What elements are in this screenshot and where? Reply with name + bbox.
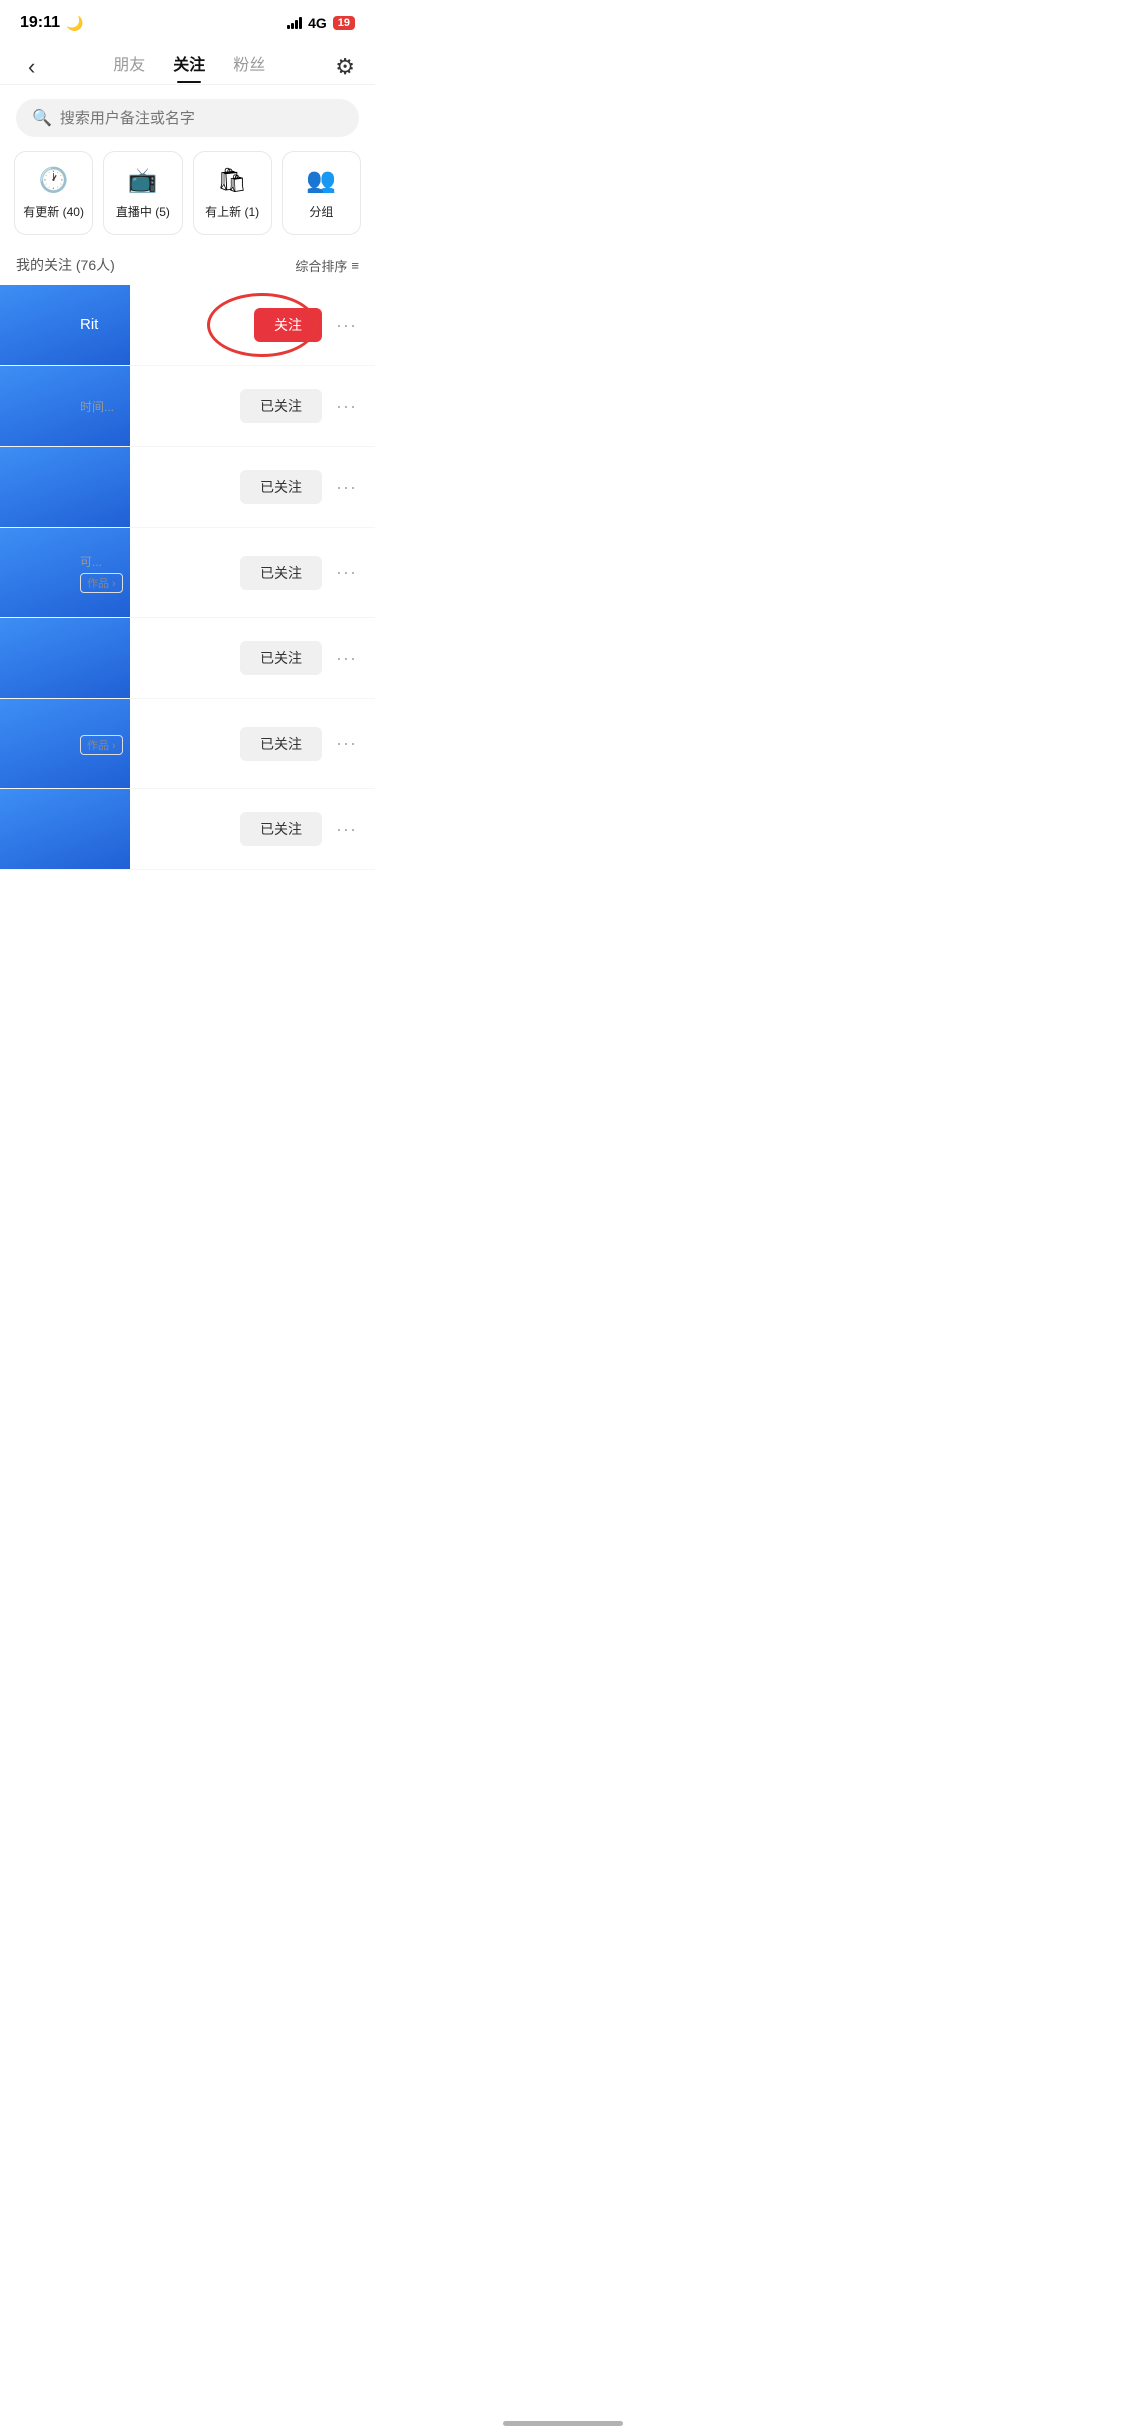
follow-button-6[interactable]: 已关注	[240, 727, 322, 761]
moon-icon: 🌙	[66, 15, 83, 32]
section-header: 我的关注 (76人) 综合排序 ≡	[0, 249, 375, 285]
sort-button[interactable]: 综合排序 ≡	[295, 256, 359, 275]
follow-button-3[interactable]: 已关注	[240, 470, 322, 504]
status-time: 19:11	[20, 14, 60, 32]
user-list: Rit 关注 ··· 时间... 已关注 ···	[0, 285, 375, 870]
category-group[interactable]: 👥 分组	[282, 151, 361, 235]
works-tag-4[interactable]: 作品 ›	[80, 573, 123, 593]
user-item-6: 作品 › 已关注 ···	[0, 699, 375, 789]
search-icon: 🔍	[32, 108, 52, 128]
nav-tabs: 朋友 关注 粉丝	[113, 51, 265, 83]
updates-icon: 🕐	[39, 166, 69, 195]
tab-friends[interactable]: 朋友	[113, 51, 145, 83]
live-label: 直播中 (5)	[116, 203, 170, 220]
sort-label-text: 综合排序	[295, 256, 347, 275]
user-item-2: 时间... 已关注 ···	[0, 366, 375, 447]
tab-following[interactable]: 关注	[173, 51, 205, 83]
section-title: 我的关注 (76人)	[16, 255, 115, 275]
follow-button-2[interactable]: 已关注	[240, 389, 322, 423]
live-icon: 📺	[128, 166, 158, 195]
follow-button-7[interactable]: 已关注	[240, 812, 322, 846]
user-desc-4: 可...	[80, 553, 240, 570]
settings-button[interactable]: ⚙	[335, 54, 355, 80]
user-item-4: 可... 作品 › 已关注 ···	[0, 528, 375, 618]
user-item-3: 已关注 ···	[0, 447, 375, 528]
user-info-1: Rit	[80, 316, 254, 335]
group-label: 分组	[309, 203, 333, 220]
more-button-7[interactable]: ···	[334, 819, 359, 840]
tab-fans[interactable]: 粉丝	[233, 51, 265, 83]
back-button[interactable]: ‹	[20, 50, 43, 84]
user-info-2: 时间...	[80, 398, 240, 415]
follow-button-5[interactable]: 已关注	[240, 641, 322, 675]
follow-button-4[interactable]: 已关注	[240, 556, 322, 590]
updates-label: 有更新 (40)	[23, 203, 84, 220]
more-button-5[interactable]: ···	[334, 648, 359, 669]
new-items-label: 有上新 (1)	[205, 203, 259, 220]
nav-bar: ‹ 朋友 关注 粉丝 ⚙	[0, 40, 375, 84]
category-grid: 🕐 有更新 (40) 📺 直播中 (5) 🛍 有上新 (1) 👥 分组	[0, 151, 375, 249]
more-button-3[interactable]: ···	[334, 477, 359, 498]
user-item-7: 已关注 ···	[0, 789, 375, 870]
user-actions-4: 已关注 ···	[240, 556, 359, 590]
user-actions-6: 已关注 ···	[240, 727, 359, 761]
user-actions-2: 已关注 ···	[240, 389, 359, 423]
search-bar: 🔍	[16, 99, 359, 137]
more-button-2[interactable]: ···	[334, 396, 359, 417]
category-new-items[interactable]: 🛍 有上新 (1)	[193, 151, 272, 235]
home-bar	[503, 2421, 623, 2426]
sort-icon: ≡	[351, 258, 359, 273]
user-actions-7: 已关注 ···	[240, 812, 359, 846]
follow-button-1[interactable]: 关注	[254, 308, 322, 342]
nav-divider	[0, 84, 375, 85]
category-updates[interactable]: 🕐 有更新 (40)	[14, 151, 93, 235]
signal-bars	[287, 17, 302, 29]
user-name-1: Rit	[80, 316, 254, 333]
works-tag-6[interactable]: 作品 ›	[80, 735, 123, 755]
user-actions-3: 已关注 ···	[240, 470, 359, 504]
user-actions-1: 关注 ···	[254, 308, 359, 342]
status-icons: 4G 19	[287, 15, 355, 31]
user-item-1: Rit 关注 ···	[0, 285, 375, 366]
category-live[interactable]: 📺 直播中 (5)	[103, 151, 182, 235]
user-desc-2: 时间...	[80, 398, 240, 415]
user-item-5: 已关注 ···	[0, 618, 375, 699]
new-items-icon: 🛍	[217, 166, 247, 195]
search-input[interactable]	[60, 110, 343, 127]
user-actions-5: 已关注 ···	[240, 641, 359, 675]
group-icon: 👥	[306, 166, 336, 195]
user-info-4: 可... 作品 ›	[80, 553, 240, 593]
network-type: 4G	[308, 15, 327, 31]
user-info-6: 作品 ›	[80, 732, 240, 755]
more-button-4[interactable]: ···	[334, 562, 359, 583]
status-bar: 19:11 🌙 4G 19	[0, 0, 375, 40]
more-button-1[interactable]: ···	[334, 315, 359, 336]
battery-indicator: 19	[333, 16, 355, 30]
more-button-6[interactable]: ···	[334, 733, 359, 754]
